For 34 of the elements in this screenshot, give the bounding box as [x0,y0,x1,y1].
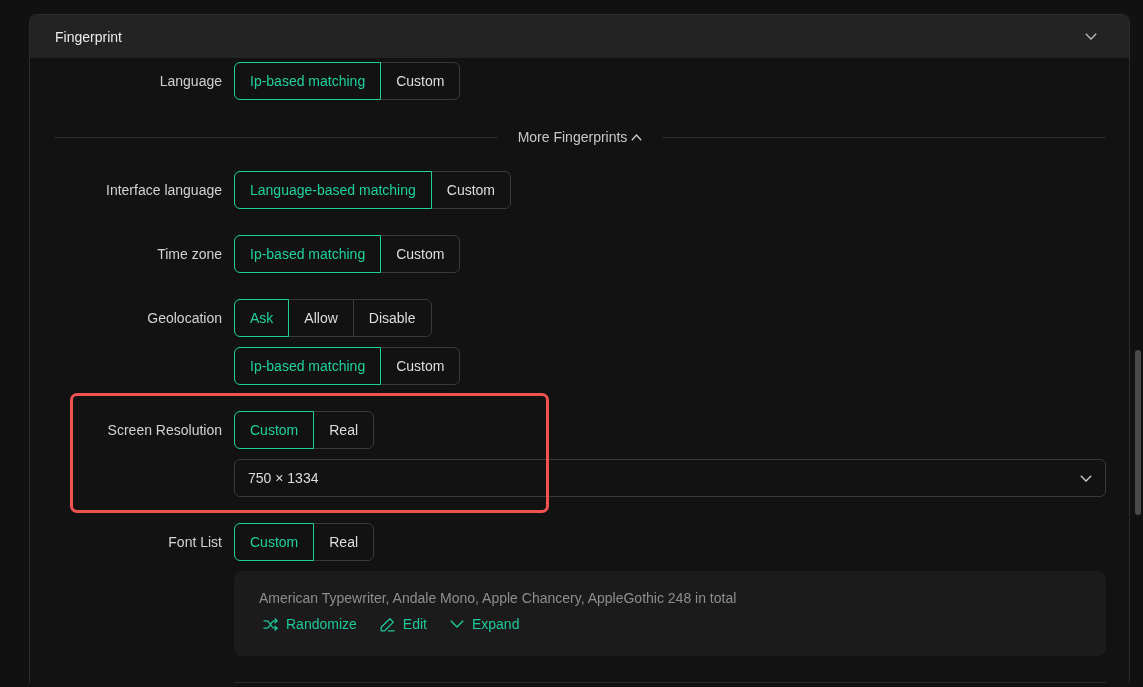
option-button[interactable]: Custom [380,347,461,385]
dropdown-field[interactable]: 750 × 1334 [234,459,1106,497]
field-label: Interface language [106,181,222,200]
option-button[interactable]: Ip-based matching [234,347,382,385]
option-button[interactable]: Custom [430,171,512,209]
randomize-button[interactable]: Randomize [263,615,357,633]
panel-title: Fingerprint [55,28,122,45]
option-button[interactable]: Custom [234,411,315,449]
option-button[interactable]: Disable [352,299,432,337]
pencil-icon [379,616,395,632]
chevron-down-icon [449,620,464,628]
scrollbar-thumb[interactable] [1135,350,1141,515]
chevron-down-icon [1080,474,1092,482]
edit-button[interactable]: Edit [379,615,427,633]
more-fingerprints-toggle[interactable]: More Fingerprints [517,129,643,145]
option-button[interactable]: Custom [234,523,315,561]
option-button[interactable]: Real [313,411,375,449]
option-button[interactable]: Custom [380,235,461,273]
option-button[interactable]: Custom [380,62,461,100]
option-button[interactable]: Allow [288,299,354,337]
option-button[interactable]: Language-based matching [234,171,432,209]
font-list-text: American Typewriter, Andale Mono, Apple Chancery, AppleGothic 248 in total [259,589,737,607]
field-label: Font List [168,533,222,552]
option-button[interactable]: Ip-based matching [234,62,382,100]
field-label: Language [159,72,222,91]
field-label: Time zone [157,245,222,264]
option-button[interactable]: Real [313,523,375,561]
field-label: Geolocation [147,309,222,328]
option-button[interactable]: Ip-based matching [234,235,382,273]
field-label: Screen Resolution [107,421,222,440]
shuffle-icon [263,617,278,631]
expand-button[interactable]: Expand [449,615,520,633]
panel-header[interactable]: Fingerprint [30,15,1129,58]
option-button[interactable]: Ask [234,299,290,337]
